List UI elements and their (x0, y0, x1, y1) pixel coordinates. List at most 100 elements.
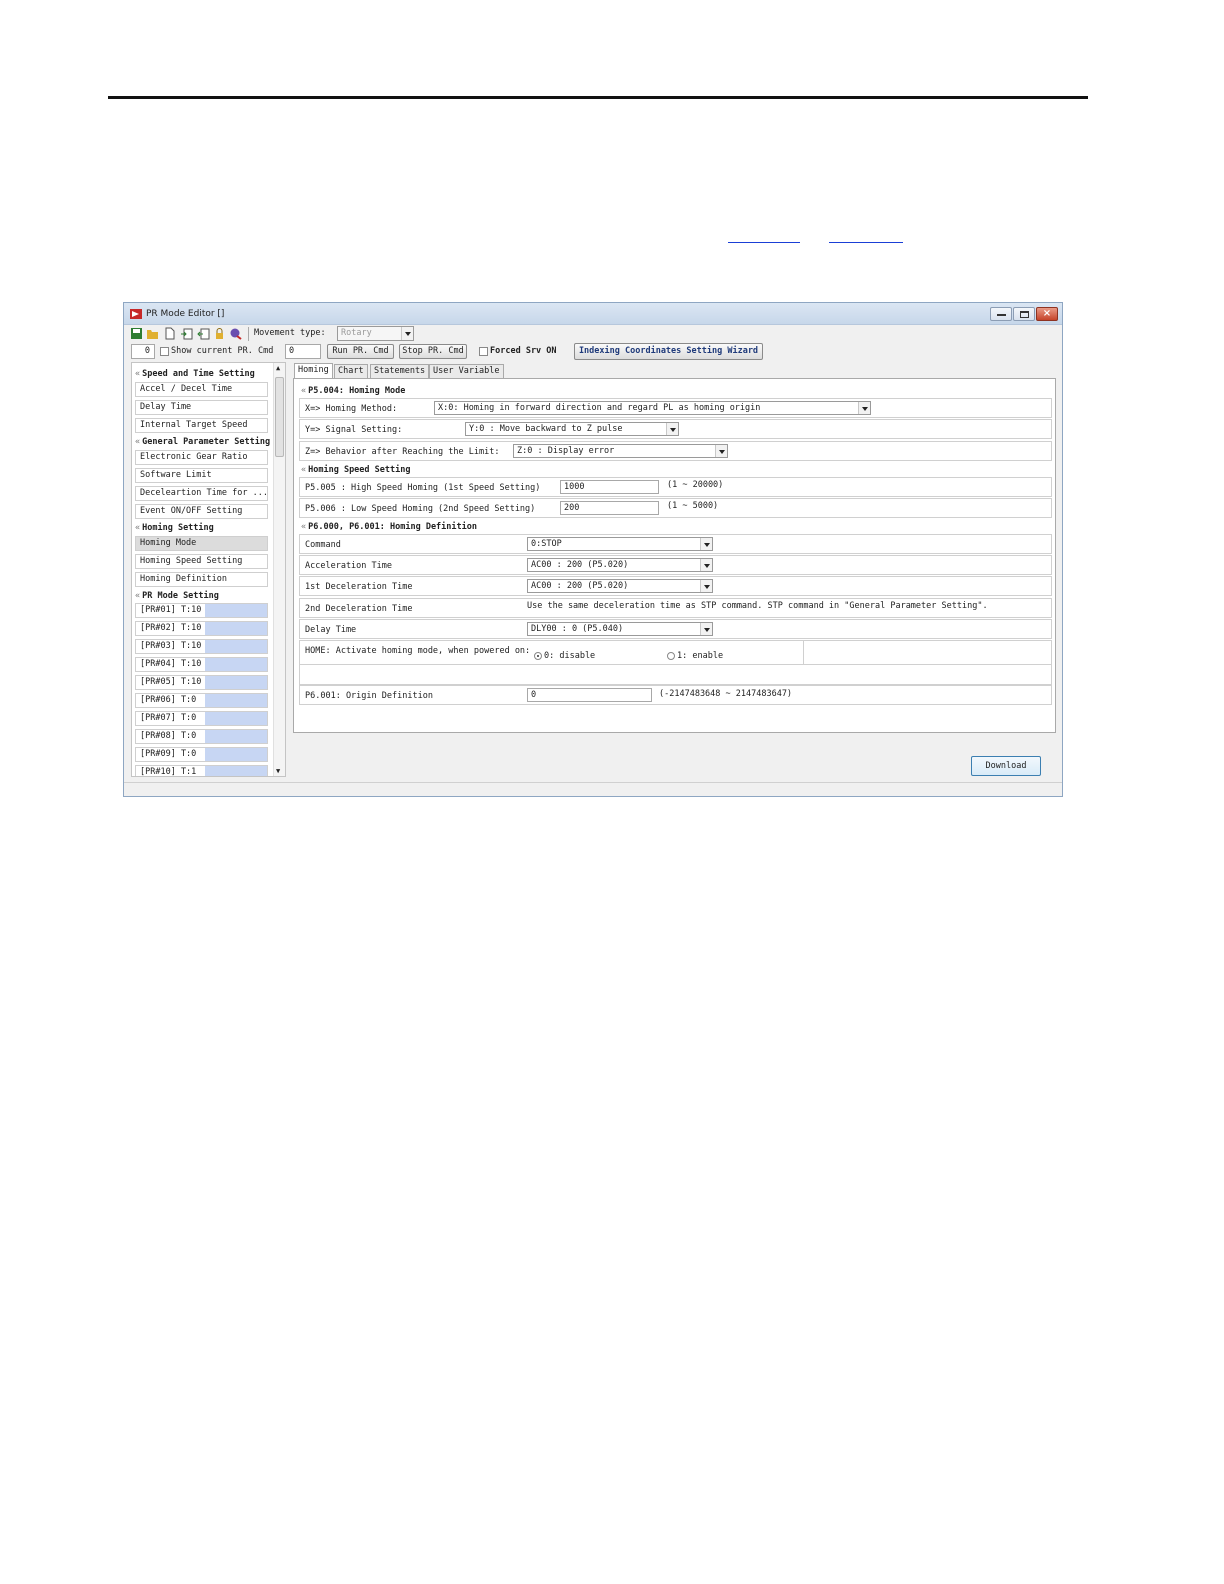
pr-item-label: [PR#09] T:0 (140, 749, 197, 759)
pr-number-field[interactable]: 0 (131, 344, 155, 359)
document-link-1[interactable] (728, 233, 800, 243)
movement-type-select[interactable]: Rotary (337, 326, 414, 341)
pr-item-swatch (205, 766, 267, 776)
limit-behavior-label: Z=> Behavior after Reaching the Limit: (305, 447, 500, 457)
monitor-settings-icon[interactable] (229, 327, 242, 340)
section-general-parameter[interactable]: «General Parameter Setting (135, 437, 270, 447)
open-folder-icon[interactable] (146, 327, 159, 340)
decel1-select[interactable]: AC00 : 200 (P5.020) (527, 579, 713, 593)
maximize-button[interactable] (1013, 307, 1035, 321)
delay-select[interactable]: DLY00 : 0 (P5.040) (527, 622, 713, 636)
command-select[interactable]: 0:STOP (527, 537, 713, 551)
sidebar-item-homing-speed[interactable]: Homing Speed Setting (135, 554, 268, 569)
save-icon[interactable] (130, 327, 143, 340)
chevron-down-icon (700, 559, 712, 571)
origin-input[interactable]: 0 (527, 688, 652, 702)
section-title: General Parameter Setting (142, 437, 271, 447)
acceleration-label: Acceleration Time (305, 561, 392, 571)
pr-item-label: [PR#05] T:10 (140, 677, 202, 687)
sidebar-item-homing-mode[interactable]: Homing Mode (135, 536, 268, 551)
chevron-down-icon (700, 623, 712, 635)
pr-item-swatch (205, 622, 267, 635)
stop-pr-cmd-button[interactable]: Stop PR. Cmd (399, 344, 467, 359)
command-value: 0:STOP (531, 539, 562, 549)
homing-speed-header: «Homing Speed Setting (301, 465, 410, 475)
pr-item-swatch (205, 676, 267, 689)
sidebar-pr-item[interactable]: [PR#02] T:10 (135, 621, 268, 636)
sidebar-pr-item[interactable]: [PR#07] T:0 (135, 711, 268, 726)
section-speed-time[interactable]: «Speed and Time Setting (135, 369, 255, 379)
chevron-down-icon (715, 445, 727, 457)
origin-label: P6.001: Origin Definition (305, 691, 433, 701)
sidebar-pr-item[interactable]: [PR#01] T:10 (135, 603, 268, 618)
forced-srv-checkbox[interactable] (479, 347, 488, 356)
show-current-checkbox[interactable] (160, 347, 169, 356)
scroll-up-icon[interactable]: ▲ (276, 364, 280, 372)
sidebar-pr-item[interactable]: [PR#10] T:1 (135, 765, 268, 776)
sidebar-pr-item[interactable]: [PR#03] T:10 (135, 639, 268, 654)
section-pr-mode[interactable]: «PR Mode Setting (135, 591, 219, 601)
section-title: PR Mode Setting (142, 591, 219, 601)
document-link-2[interactable] (829, 233, 903, 243)
low-speed-input[interactable]: 200 (560, 501, 659, 515)
new-file-icon[interactable] (163, 327, 176, 340)
chevron-down-icon (858, 402, 870, 414)
upload-icon[interactable] (180, 327, 193, 340)
sidebar-item-accel-decel[interactable]: Accel / Decel Time (135, 382, 268, 397)
collapse-chevron-icon: « (135, 523, 141, 533)
decel2-note: Use the same deceleration time as STP co… (527, 601, 988, 611)
delay-row: Delay Time DLY00 : 0 (P5.040) (299, 619, 1052, 639)
tab-user-variable[interactable]: User Variable (429, 364, 504, 378)
scroll-thumb[interactable] (275, 377, 284, 457)
run-pr-cmd-button[interactable]: Run PR. Cmd (327, 344, 394, 359)
minimize-button[interactable] (990, 307, 1012, 321)
sidebar-item-deceleration-time[interactable]: Deceleartion Time for ... (135, 486, 268, 501)
sidebar-pr-item[interactable]: [PR#04] T:10 (135, 657, 268, 672)
chevron-down-icon (401, 327, 413, 340)
collapse-chevron-icon: « (301, 465, 307, 475)
limit-behavior-select[interactable]: Z:0 : Display error (513, 444, 728, 458)
chevron-down-icon (700, 538, 712, 550)
title-bar: PR Mode Editor [] × (124, 303, 1062, 325)
disable-radio[interactable] (534, 652, 542, 660)
sidebar-pr-item[interactable]: [PR#06] T:0 (135, 693, 268, 708)
collapse-chevron-icon: « (135, 591, 141, 601)
tab-statements[interactable]: Statements (370, 364, 430, 378)
section-title: Homing Setting (142, 523, 214, 533)
sidebar-item-delay-time[interactable]: Delay Time (135, 400, 268, 415)
close-icon: × (1042, 308, 1052, 319)
sidebar-item-homing-definition[interactable]: Homing Definition (135, 572, 268, 587)
lock-icon[interactable] (213, 327, 226, 340)
sidebar-item-gear-ratio[interactable]: Electronic Gear Ratio (135, 450, 268, 465)
download-file-icon[interactable] (197, 327, 210, 340)
sidebar-pr-item[interactable]: [PR#05] T:10 (135, 675, 268, 690)
chevron-down-icon (700, 580, 712, 592)
homing-method-select[interactable]: X:0: Homing in forward direction and reg… (434, 401, 871, 415)
section-homing-setting[interactable]: «Homing Setting (135, 523, 214, 533)
indexing-wizard-button[interactable]: Indexing Coordinates Setting Wizard (574, 343, 763, 360)
sidebar-item-software-limit[interactable]: Software Limit (135, 468, 268, 483)
acceleration-value: AC00 : 200 (P5.020) (531, 560, 629, 570)
enable-radio[interactable] (667, 652, 675, 660)
sidebar-pr-item[interactable]: [PR#08] T:0 (135, 729, 268, 744)
home-activate-row: HOME: Activate homing mode, when powered… (299, 640, 1052, 665)
tab-chart[interactable]: Chart (334, 364, 368, 378)
sidebar-item-target-speed[interactable]: Internal Target Speed (135, 418, 268, 433)
acceleration-select[interactable]: AC00 : 200 (P5.020) (527, 558, 713, 572)
maximize-icon (1020, 311, 1029, 318)
tab-homing[interactable]: Homing (294, 363, 333, 379)
tree-scrollbar[interactable]: ▲ ▼ (273, 363, 285, 776)
homing-definition-header: «P6.000, P6.001: Homing Definition (301, 522, 477, 532)
signal-setting-select[interactable]: Y:0 : Move backward to Z pulse (465, 422, 679, 436)
pr-item-label: [PR#02] T:10 (140, 623, 202, 633)
pr-cmd-field[interactable]: 0 (285, 344, 321, 359)
sidebar-item-event-onoff[interactable]: Event ON/OFF Setting (135, 504, 268, 519)
limit-behavior-row: Z=> Behavior after Reaching the Limit: Z… (299, 441, 1052, 461)
download-button[interactable]: Download (971, 756, 1041, 776)
sidebar-pr-item[interactable]: [PR#09] T:0 (135, 747, 268, 762)
scroll-down-icon[interactable]: ▼ (276, 767, 280, 775)
show-current-label: Show current PR. Cmd (171, 346, 274, 356)
close-button[interactable]: × (1036, 307, 1058, 321)
high-speed-input[interactable]: 1000 (560, 480, 659, 494)
home-activate-label: HOME: Activate homing mode, when powered… (305, 646, 531, 656)
